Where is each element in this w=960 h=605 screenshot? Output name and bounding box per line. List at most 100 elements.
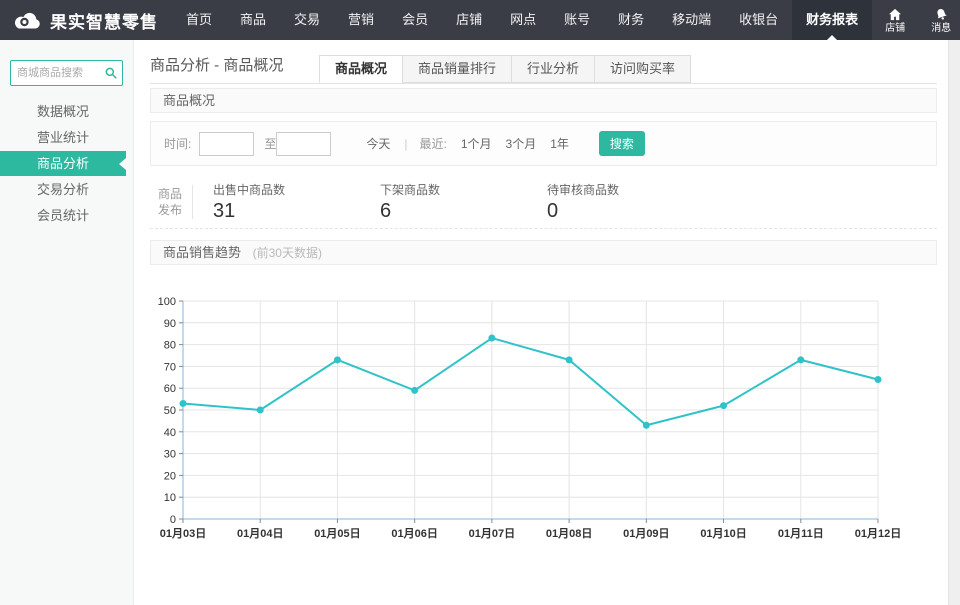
svg-text:01月08日: 01月08日 [546,527,592,540]
nav-item[interactable]: 交易 [280,0,334,40]
svg-text:01月07日: 01月07日 [469,527,515,540]
stat-item: 待审核商品数 0 [547,181,714,223]
range-today-link[interactable]: 今天 [366,135,390,152]
store-icon [887,6,903,22]
sales-trend-chart: 0 10 20 30 40 50 60 70 80 90 100 01月03日 01月04日 01月05日… [150,293,910,547]
svg-text:70: 70 [164,361,176,373]
main-content: 商品分析 - 商品概况 商品概况商品销量排行行业分析访问购买率 商品概况 时间:… [134,40,948,605]
sidebar-item[interactable]: 营业统计 [0,125,126,150]
stat-value: 31 [213,200,380,223]
nav-item[interactable]: 首页 [172,0,226,40]
quick-actions: 店铺消息清缓存 [872,0,960,40]
sidebar-item[interactable]: 数据概况 [0,99,126,124]
svg-text:01月12日: 01月12日 [855,527,901,540]
svg-text:100: 100 [158,296,176,308]
scrollbar[interactable] [948,40,960,605]
svg-text:0: 0 [170,514,176,526]
section-overview-title: 商品概况 [163,93,215,108]
chart-area: 0 10 20 30 40 50 60 70 80 90 100 01月03日 01月04日 01月05日… [150,293,937,547]
svg-text:60: 60 [164,383,176,395]
nav-item[interactable]: 网点 [496,0,550,40]
nav-item[interactable]: 账号 [550,0,604,40]
tab[interactable]: 商品概况 [319,55,403,83]
filter-box: 时间: 至 今天 | 最近: 1个月 3个月 1年 搜索 [150,121,937,166]
brand-name: 果实智慧零售 [50,8,158,33]
range-link[interactable]: 1个月 [461,135,492,152]
range-link[interactable]: 3个月 [506,135,537,152]
svg-text:01月09日: 01月09日 [623,527,669,540]
nav-item[interactable]: 移动端 [658,0,725,40]
publish-label-line2: 发布 [158,202,182,218]
page-title: 商品分析 - 商品概况 [150,54,320,83]
quick-action-bell[interactable]: 消息 [918,0,960,40]
nav-item[interactable]: 财务报表 [792,0,872,40]
nav-item[interactable]: 营销 [334,0,388,40]
section-trend-header: 商品销售趋势 (前30天数据) [150,240,937,265]
recent-label: 最近: [420,135,447,152]
nav-item[interactable]: 财务 [604,0,658,40]
section-overview-header: 商品概况 [150,88,937,113]
stat-value: 6 [380,200,547,223]
section-trend-title: 商品销售趋势 [163,245,241,260]
bell-icon [934,6,949,22]
section-trend-note: (前30天数据) [253,246,322,260]
svg-text:40: 40 [164,427,176,439]
quick-action-label: 消息 [931,23,951,34]
svg-text:30: 30 [164,449,176,461]
top-navigation: 果实智慧零售 首页商品交易营销会员店铺网点账号财务移动端收银台财务报表 店铺消息… [0,0,960,40]
range-links: 1个月 3个月 1年 [447,135,569,152]
filter-separator: | [404,137,407,151]
tab[interactable]: 商品销量排行 [402,55,512,83]
stat-label: 出售中商品数 [213,181,380,198]
nav-item[interactable]: 收银台 [725,0,792,40]
date-from-input[interactable] [199,132,254,156]
tab-bar: 商品概况商品销量排行行业分析访问购买率 [320,55,691,83]
nav-item[interactable]: 会员 [388,0,442,40]
svg-text:90: 90 [164,318,176,330]
page-header: 商品分析 - 商品概况 商品概况商品销量排行行业分析访问购买率 [150,40,937,84]
svg-text:01月10日: 01月10日 [700,527,746,540]
stat-label: 待审核商品数 [547,181,714,198]
nav-item[interactable]: 商品 [226,0,280,40]
svg-text:80: 80 [164,340,176,352]
topnav-items: 首页商品交易营销会员店铺网点账号财务移动端收银台财务报表 [172,0,872,40]
date-to-input[interactable] [276,132,331,156]
logo[interactable]: 果实智慧零售 [0,0,172,40]
to-label: 至 [264,135,276,152]
publish-label: 商品 发布 [158,186,182,218]
svg-text:01月05日: 01月05日 [314,527,360,540]
stat-label: 下架商品数 [380,181,547,198]
quick-action-store[interactable]: 店铺 [872,0,918,40]
sidebar-item[interactable]: 商品分析 [0,151,126,176]
tab[interactable]: 行业分析 [511,55,595,83]
quick-action-label: 店铺 [885,23,905,34]
vertical-divider [192,185,193,219]
stat-value: 0 [547,200,714,223]
divider [150,228,937,229]
sidebar-item[interactable]: 交易分析 [0,177,126,202]
svg-text:01月11日: 01月11日 [778,527,824,540]
svg-text:01月06日: 01月06日 [391,527,437,540]
svg-text:01月03日: 01月03日 [160,527,206,540]
svg-text:10: 10 [164,492,176,504]
stats-row: 商品 发布 出售中商品数 31下架商品数 6待审核商品数 0 [150,182,937,222]
search-icon[interactable] [104,66,118,80]
sidebar-item[interactable]: 会员统计 [0,203,126,228]
stats: 出售中商品数 31下架商品数 6待审核商品数 0 [213,181,714,223]
search-button[interactable]: 搜索 [599,131,645,156]
time-label: 时间: [164,135,191,152]
cloud-logo-icon [12,9,42,31]
stat-item: 出售中商品数 31 [213,181,380,223]
tab[interactable]: 访问购买率 [594,55,691,83]
sidebar-menu: 数据概况营业统计商品分析交易分析会员统计 [0,99,133,228]
stat-item: 下架商品数 6 [380,181,547,223]
svg-text:50: 50 [164,405,176,417]
publish-label-line1: 商品 [158,186,182,202]
topnav-right: 店铺消息清缓存 [872,0,960,40]
sidebar-search-box [10,60,123,86]
sidebar: 数据概况营业统计商品分析交易分析会员统计 [0,40,134,605]
svg-text:20: 20 [164,470,176,482]
nav-item[interactable]: 店铺 [442,0,496,40]
range-link[interactable]: 1年 [550,135,569,152]
svg-text:01月04日: 01月04日 [237,527,283,540]
